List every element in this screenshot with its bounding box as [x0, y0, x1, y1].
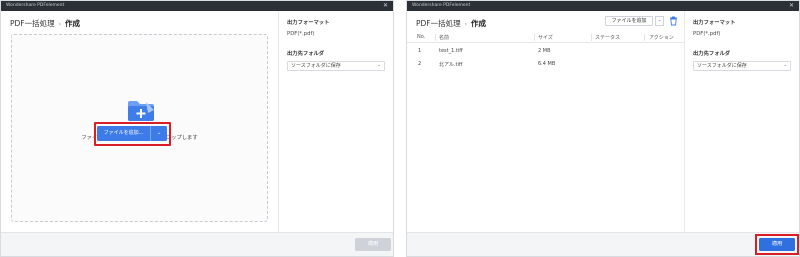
add-files-dropdown-button[interactable]: ⌄: [655, 16, 664, 26]
output-folder-label: 出力先フォルダ: [287, 51, 325, 57]
column-header-action: アクション: [649, 35, 674, 41]
settings-pane: 出力フォーマット PDF(*.pdf) 出力先フォルダ ソースフォルダに保存 ⌄: [278, 11, 393, 232]
output-folder-value: ソースフォルダに保存: [697, 63, 747, 69]
column-divider: [534, 34, 535, 41]
column-divider: [644, 34, 645, 41]
file-size: 6.4 MB: [538, 61, 556, 67]
output-folder-select[interactable]: ソースフォルダに保存 ⌄: [693, 61, 791, 71]
apply-button[interactable]: 適用: [355, 238, 391, 251]
breadcrumb-current: 作成: [471, 19, 487, 28]
title-bar: Wondershare PDFelement ✕: [407, 1, 799, 11]
trash-icon[interactable]: [669, 16, 678, 26]
output-format-value: PDF(*.pdf): [693, 31, 721, 37]
breadcrumb-parent[interactable]: PDF一括処理: [10, 19, 55, 28]
main-pane: PDF一括処理›作成 ファイルをここにドラッグアンドドロップします ファイルを追…: [1, 11, 278, 232]
add-files-button[interactable]: ファイルを追加: [605, 16, 653, 26]
breadcrumb: PDF一括処理 › 作成: [10, 18, 80, 29]
output-folder-value: ソースフォルダに保存: [291, 63, 341, 69]
close-icon[interactable]: ✕: [789, 1, 794, 11]
column-divider: [435, 34, 436, 41]
settings-pane: 出力フォーマット PDF(*.pdf) 出力先フォルダ ソースフォルダに保存 ⌄: [684, 11, 799, 232]
window-title: Wondershare PDFelement: [6, 3, 65, 8]
chevron-down-icon: ⌄: [377, 63, 381, 68]
add-files-dropdown-button[interactable]: ⌄: [150, 126, 167, 141]
add-files-button[interactable]: ファイルを追加...: [97, 126, 150, 141]
breadcrumb: PDF一括処理 › 作成: [416, 18, 486, 29]
breadcrumb-parent[interactable]: PDF一括処理: [416, 19, 461, 28]
file-name: 北アル.tiff: [439, 62, 463, 68]
row-number: 2: [418, 61, 422, 67]
close-icon[interactable]: ✕: [383, 1, 388, 11]
output-folder-select[interactable]: ソースフォルダに保存 ⌄: [287, 61, 385, 71]
file-name: test_1.tiff: [439, 48, 463, 54]
window-title: Wondershare PDFelement: [412, 3, 471, 8]
table-row[interactable]: 1 test_1.tiff 2 MB: [407, 45, 684, 57]
output-folder-label: 出力先フォルダ: [693, 51, 731, 57]
right-app-window: Wondershare PDFelement ✕ PDF一括処理 › 作成 ファイル…: [406, 0, 800, 257]
breadcrumb-separator: ›: [464, 21, 468, 28]
footer-bar: 適用: [407, 232, 799, 256]
column-header-no: No.: [417, 34, 426, 40]
add-folder-icon: [128, 101, 154, 121]
output-format-label: 出力フォーマット: [693, 20, 736, 26]
table-header: No. 名前 サイズ ステータス アクション: [407, 31, 684, 43]
footer-bar: 適用: [1, 232, 393, 256]
column-header-size: サイズ: [538, 35, 553, 41]
column-divider: [591, 34, 592, 41]
output-format-value: PDF(*.pdf): [287, 31, 315, 37]
apply-button[interactable]: 適用: [759, 238, 795, 251]
breadcrumb-separator: ›: [58, 21, 62, 28]
main-pane: PDF一括処理 › 作成 ファイルを追加 ⌄ No. 名前 サイズ ステータス アク…: [407, 11, 684, 232]
file-size: 2 MB: [538, 48, 551, 54]
title-bar: Wondershare PDFelement ✕: [1, 1, 393, 11]
column-header-name: 名前: [439, 35, 450, 41]
column-header-status: ステータス: [595, 35, 621, 41]
left-app-window: Wondershare PDFelement ✕ PDF一括処理 › 作成 ファイル…: [0, 0, 394, 257]
row-number: 1: [418, 48, 422, 54]
breadcrumb-current: 作成: [65, 19, 81, 28]
output-format-label: 出力フォーマット: [287, 20, 330, 26]
chevron-down-icon: ⌄: [783, 63, 787, 68]
table-row[interactable]: 2 北アル.tiff 6.4 MB: [407, 58, 684, 70]
